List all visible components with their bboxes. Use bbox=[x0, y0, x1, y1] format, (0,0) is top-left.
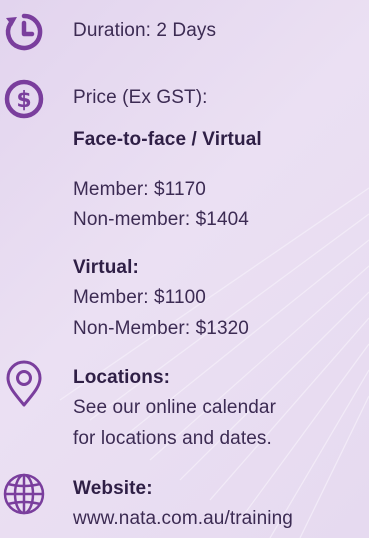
locations-line-2: for locations and dates. bbox=[73, 427, 272, 449]
svg-text:$: $ bbox=[16, 88, 31, 113]
website-heading: Website: bbox=[73, 478, 153, 499]
locations-line-1: See our online calendar bbox=[73, 397, 276, 419]
virtual-prices: Virtual: Member: $1100 Non-Member: $1320 bbox=[73, 253, 249, 344]
virtual-heading: Virtual: bbox=[73, 257, 139, 278]
duration-row: Duration: 2 Days bbox=[0, 8, 369, 56]
globe-icon bbox=[0, 470, 48, 518]
face-to-face-non-member-price: Non-member: $1404 bbox=[73, 209, 249, 231]
face-to-face-heading: Face-to-face / Virtual bbox=[73, 129, 262, 150]
face-to-face-member-price: Member: $1170 bbox=[73, 179, 206, 200]
duration-text: Duration: 2 Days bbox=[73, 20, 217, 41]
location-pin-icon bbox=[0, 360, 48, 408]
face-to-face-prices: Member: $1170 Non-member: $1404 bbox=[73, 175, 249, 236]
clock-icon bbox=[0, 8, 48, 56]
virtual-member-price: Member: $1100 bbox=[73, 287, 206, 309]
price-label: Price (Ex GST): bbox=[73, 87, 208, 108]
locations-heading: Locations: bbox=[73, 367, 171, 388]
dollar-icon: $ bbox=[0, 75, 48, 123]
locations-block: Locations: See our online calendar for l… bbox=[73, 363, 276, 454]
virtual-non-member-price: Non-Member: $1320 bbox=[73, 317, 249, 339]
website-block: Website: www.nata.com.au/training bbox=[73, 474, 293, 535]
website-link[interactable]: www.nata.com.au/training bbox=[73, 504, 293, 534]
price-row: $ Price (Ex GST): bbox=[0, 75, 369, 123]
